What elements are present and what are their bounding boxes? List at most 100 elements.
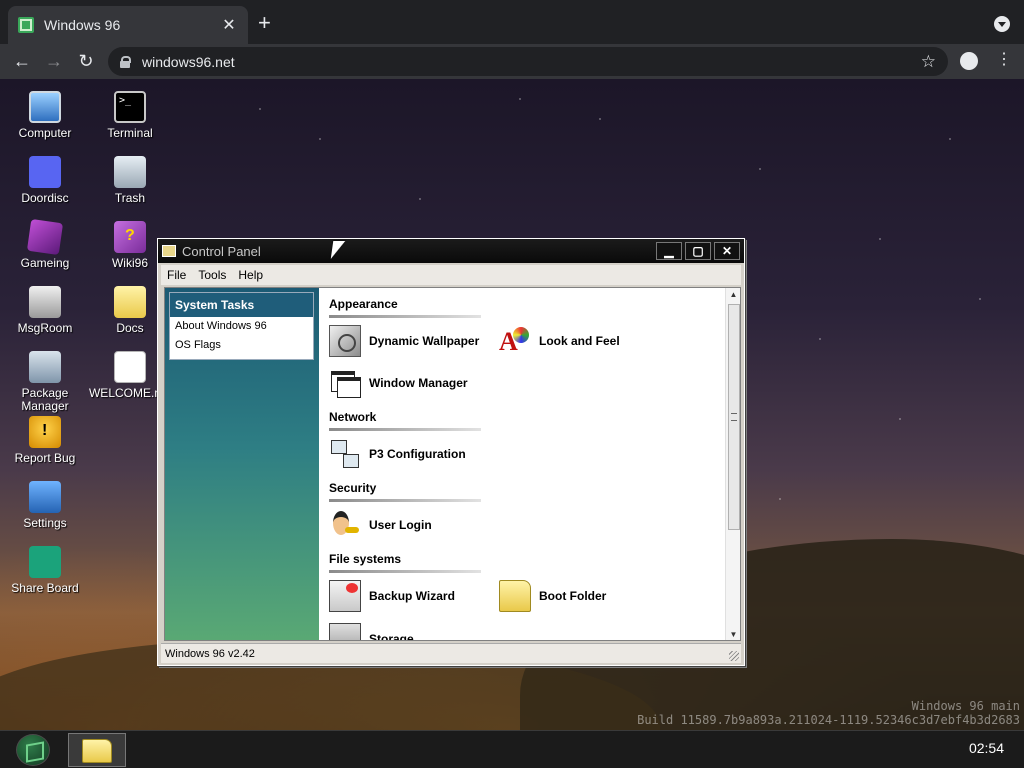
applet-boot-folder[interactable]: Boot Folder [499,579,606,613]
desktop-icon-label: Gameing [20,256,70,270]
menu-file[interactable]: File [161,268,192,282]
tab-search-icon[interactable] [994,16,1010,32]
menu-bar: File Tools Help [161,265,741,285]
applet-label: Boot Folder [539,589,607,603]
desktop-icon-share-board[interactable]: Share Board [3,546,87,608]
desktop-icon-doordisc[interactable]: Doordisc [3,156,87,218]
share-icon [29,546,61,578]
profile-avatar-icon[interactable] [960,52,978,70]
desktop-icon-computer[interactable]: Computer [3,91,87,153]
taskbar: 02:54 [0,730,1024,768]
task-about-windows96[interactable]: About Windows 96 [170,317,313,336]
section-title: Appearance [329,297,398,311]
control-panel-icon [162,245,176,257]
back-button[interactable]: ← [6,51,38,72]
desktop-icon-report-bug[interactable]: Report Bug [3,416,87,478]
taskbar-clock[interactable]: 02:54 [969,740,1004,756]
desktop-icon-label: Doordisc [21,191,69,205]
system-tasks-heading: System Tasks [170,293,313,317]
address-bar[interactable]: windows96.net ☆ [108,47,948,76]
applet-look-and-feel[interactable]: Look and Feel [499,324,620,358]
section-network: Network [329,409,481,431]
desktop-icon-label: Settings [23,516,67,530]
scroll-thumb[interactable] [728,304,740,530]
section-divider [329,315,481,318]
desktop-icon-terminal[interactable]: Terminal [88,91,172,153]
new-tab-button[interactable]: + [258,12,271,34]
desktop-icon-label: Trash [114,191,146,205]
window-manager-icon [329,367,361,399]
close-tab-icon[interactable]: ✕ [220,15,238,35]
vertical-scrollbar[interactable]: ▲ ▼ [725,288,740,640]
taskbar-item-control-panel[interactable] [68,733,126,767]
menu-tools[interactable]: Tools [192,268,232,282]
user-key-icon [329,509,361,541]
start-button[interactable] [16,734,50,766]
bookmark-star-icon[interactable]: ☆ [921,52,936,72]
lock-icon[interactable] [120,55,131,68]
desktop-icon-label: Computer [18,126,72,140]
folder-icon [499,580,531,612]
control-panel-folder-icon [82,739,112,763]
build-branch: Windows 96 main [911,699,1020,713]
desktop-icon-settings[interactable]: Settings [3,481,87,543]
forward-button[interactable]: → [38,51,70,72]
computer-icon [29,91,61,123]
look-and-feel-icon [499,325,531,357]
task-os-flags[interactable]: OS Flags [170,336,313,355]
window-titlebar[interactable]: Control Panel ▁ ▢ ✕ [158,239,744,263]
system-tasks-box: System Tasks About Windows 96 OS Flags [169,292,314,360]
scroll-down-arrow-icon[interactable]: ▼ [726,628,740,640]
desktop-icon-package-manager[interactable]: Package Manager [3,351,87,413]
settings-icon [29,481,61,513]
browser-menu-icon[interactable]: ⋮ [996,52,1012,68]
applet-dynamic-wallpaper[interactable]: Dynamic Wallpaper [329,324,479,358]
section-divider [329,570,481,573]
game-cube-icon [26,218,64,256]
applets-pane: Appearance Dynamic Wallpaper Look and Fe… [319,288,725,641]
grip-icon [731,413,737,421]
control-panel-content: System Tasks About Windows 96 OS Flags A… [164,287,741,641]
section-security: Security [329,480,481,502]
applet-window-manager[interactable]: Window Manager [329,366,468,400]
section-title: File systems [329,552,402,566]
build-number: Build 11589.7b9a893a.211024-1119.52346c3… [637,713,1020,727]
trash-icon [114,156,146,188]
browser-tab[interactable]: Windows 96 ✕ [8,6,248,44]
reload-button[interactable]: ↻ [70,51,102,72]
desktop-icon-trash[interactable]: Trash [88,156,172,218]
desktop-icon-label: Report Bug [14,451,76,465]
control-panel-window[interactable]: Control Panel ▁ ▢ ✕ File Tools Help Syst… [157,238,745,666]
wallpaper-icon [329,325,361,357]
maximize-button[interactable]: ▢ [685,242,711,260]
desktop-icon-gameing[interactable]: Gameing [3,218,87,283]
desktop-icon-label: MsgRoom [17,321,73,335]
applet-label: Storage [369,632,414,641]
applet-p3-configuration[interactable]: P3 Configuration [329,437,466,471]
network-computers-icon [329,438,361,470]
applet-backup-wizard[interactable]: Backup Wizard [329,579,455,613]
task-pane: System Tasks About Windows 96 OS Flags [165,288,319,640]
desktop-icon-label: Package Manager [21,386,69,413]
applet-label: Look and Feel [539,334,620,348]
package-icon [29,351,61,383]
applet-label: Dynamic Wallpaper [369,334,480,348]
applet-storage[interactable]: Storage [329,622,414,641]
desktop-icon-label: Terminal [107,126,153,140]
discord-icon [29,156,61,188]
desktop-icon-label: Share Board [11,581,79,595]
close-button[interactable]: ✕ [714,242,740,260]
resize-grip-icon[interactable] [729,651,739,661]
url-text[interactable]: windows96.net [142,54,921,70]
minimize-button[interactable]: ▁ [656,242,682,260]
status-bar: Windows 96 v2.42 [161,643,741,663]
browser-tab-strip: Windows 96 ✕ + [0,0,1024,44]
section-title: Network [329,410,377,424]
folder-icon [114,286,146,318]
desktop-icon-msgroom[interactable]: MsgRoom [3,286,87,348]
applet-user-login[interactable]: User Login [329,508,432,542]
version-status: Windows 96 v2.42 [165,648,255,660]
terminal-icon [114,91,146,123]
scroll-up-arrow-icon[interactable]: ▲ [726,288,740,302]
menu-help[interactable]: Help [232,268,269,282]
